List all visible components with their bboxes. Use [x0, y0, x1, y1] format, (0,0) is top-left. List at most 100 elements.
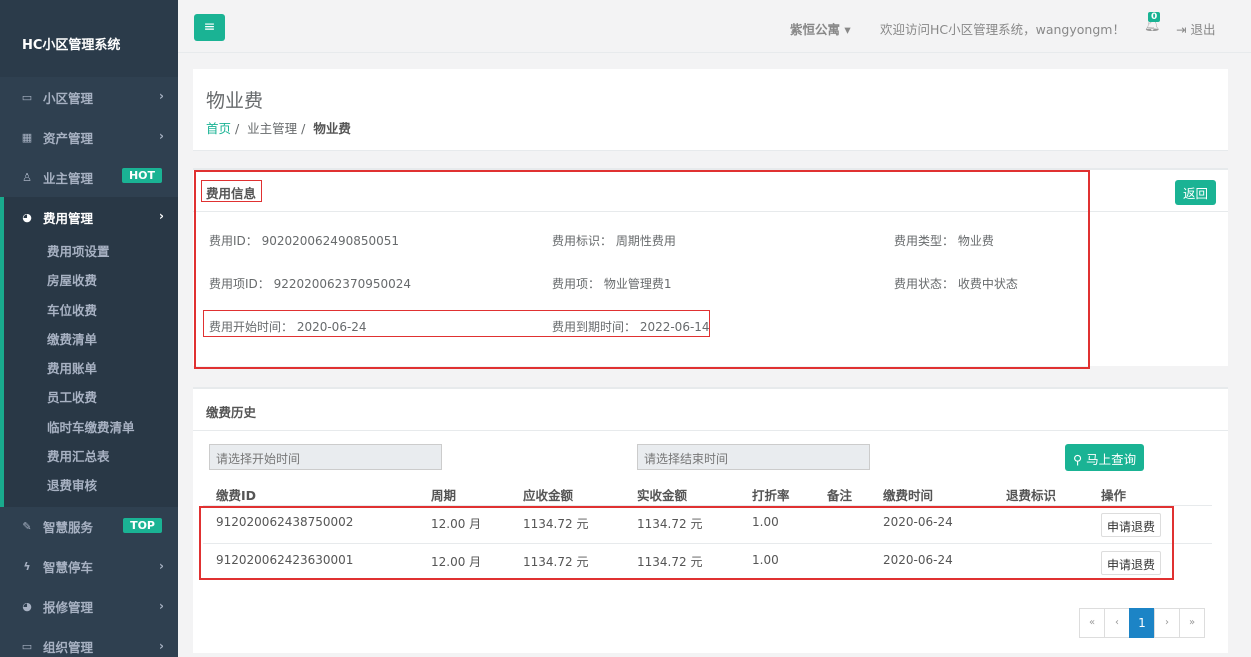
discount: 1.00 [752, 553, 779, 567]
page-current-button[interactable]: 1 [1129, 608, 1155, 638]
sidebar-item-community[interactable]: ▭ 小区管理 › [0, 77, 178, 117]
submenu-item[interactable]: 费用账单 [4, 354, 178, 383]
submenu-item[interactable]: 缴费清单 [4, 325, 178, 354]
fee-flag: 费用标识： 周期性费用 [552, 234, 676, 248]
grid-icon: ▦ [21, 130, 33, 144]
payment-history-panel: 缴费历史 请选择开始时间 请选择结束时间 ⚲ 马上查询 缴费ID 周期 应收金额… [193, 387, 1228, 653]
sidebar-item-label: 小区管理 [43, 90, 94, 106]
cycle: 12.00 月 [431, 555, 482, 569]
page-last-button[interactable]: » [1179, 608, 1205, 638]
sidebar-item-label: 费用管理 [43, 210, 94, 226]
page-prev-button[interactable]: ‹ [1104, 608, 1130, 638]
history-title: 缴费历史 [206, 405, 257, 420]
fee-info-title: 费用信息 [206, 186, 257, 201]
chevron-right-icon: › [159, 89, 164, 103]
received: 1134.72 元 [637, 517, 703, 531]
sidebar-item-org[interactable]: ▭ 组织管理 › [0, 627, 178, 657]
col-header: 缴费ID [216, 488, 257, 503]
submenu-item[interactable]: 员工收费 [4, 383, 178, 412]
breadcrumb: 首页 / 业主管理 / 物业费 [206, 121, 351, 136]
monitor-icon: ▭ [21, 90, 33, 104]
fee-id: 费用ID： 902020062490850051 [209, 234, 400, 248]
received: 1134.72 元 [637, 555, 703, 569]
property-selector[interactable]: 紫恒公寓 ▾ [790, 19, 851, 38]
sidebar-item-label: 智慧停车 [43, 560, 94, 576]
hot-badge: HOT [121, 168, 162, 183]
sidebar-item-smart-service[interactable]: ✎ 智慧服务 TOP [0, 507, 178, 547]
breadcrumb-current: 物业费 [313, 121, 351, 136]
globe-icon: ◕ [22, 600, 32, 614]
sidebar-item-owners[interactable]: ♙ 业主管理 HOT [0, 157, 178, 197]
page-next-button[interactable]: › [1154, 608, 1180, 638]
payment-id: 912020062438750002 [216, 515, 354, 529]
sidebar-item-fees[interactable]: ◕ 费用管理 › [0, 197, 178, 237]
col-header: 备注 [827, 488, 853, 503]
fee-item: 费用项： 物业管理费1 [552, 277, 672, 291]
col-header: 实收金额 [637, 488, 688, 503]
cycle: 12.00 月 [431, 517, 482, 531]
col-header: 退费标识 [1006, 488, 1057, 503]
top-navbar: ≡ 紫恒公寓 ▾ 欢迎访问HC小区管理系统，wangyongm！ 🔔︎ 0 ⇥ … [178, 0, 1251, 53]
sidebar-item-label: 报修管理 [43, 600, 94, 616]
chevron-right-icon: › [159, 209, 164, 223]
payment-id: 912020062423630001 [216, 553, 354, 567]
fee-end-time: 费用到期时间： 2022-06-14 [552, 320, 710, 334]
sidebar-item-label: 资产管理 [43, 130, 94, 146]
top-badge: TOP [123, 517, 162, 533]
fee-status: 费用状态： 收费中状态 [894, 277, 1018, 291]
page-heading: 物业费 首页 / 业主管理 / 物业费 [193, 69, 1228, 151]
menu-toggle-button[interactable]: ≡ [194, 14, 225, 41]
fees-submenu: 费用项设置 房屋收费 车位收费 缴费清单 费用账单 员工收费 临时车缴费清单 费… [0, 237, 178, 507]
welcome-text: 欢迎访问HC小区管理系统，wangyongm！ [880, 22, 1125, 37]
sidebar-item-label: 组织管理 [43, 640, 94, 656]
fee-info-panel: 费用信息 返回 费用ID： 902020062490850051 费用标识： 周… [193, 168, 1228, 366]
col-header: 缴费时间 [883, 488, 934, 503]
submenu-item[interactable]: 退费审核 [4, 471, 178, 500]
submenu-item[interactable]: 房屋收费 [4, 266, 178, 295]
chevron-right-icon: › [159, 129, 164, 143]
refund-button[interactable]: 申请退费 [1101, 513, 1162, 537]
payment-time: 2020-06-24 [883, 515, 953, 529]
logout-button[interactable]: ⇥ 退出 [1176, 19, 1215, 38]
refund-button[interactable]: 申请退费 [1101, 551, 1162, 575]
page-title: 物业费 [206, 90, 264, 112]
edit-icon: ✎ [22, 520, 32, 534]
fee-start-time: 费用开始时间： 2020-06-24 [209, 320, 367, 334]
pie-chart-icon: ◕ [22, 210, 32, 224]
col-header: 应收金额 [523, 488, 574, 503]
bolt-icon: ϟ [23, 560, 31, 574]
breadcrumb-home[interactable]: 首页 [206, 121, 231, 136]
sidebar-item-parking[interactable]: ϟ 智慧停车 › [0, 547, 178, 587]
sidebar: HC小区管理系统 ▭ 小区管理 › ▦ 资产管理 › ♙ 业主管理 HOT ◕ … [0, 0, 178, 657]
notification-count: 0 [1148, 12, 1161, 22]
sidebar-item-assets[interactable]: ▦ 资产管理 › [0, 117, 178, 157]
receivable: 1134.72 元 [523, 517, 589, 531]
fee-item-id: 费用项ID： 922020062370950024 [209, 277, 412, 291]
submenu-item[interactable]: 临时车缴费清单 [4, 413, 178, 442]
sidebar-item-label: 智慧服务 [43, 520, 94, 536]
end-date-input[interactable]: 请选择结束时间 [637, 444, 870, 470]
receivable: 1134.72 元 [523, 555, 589, 569]
chevron-right-icon: › [159, 638, 164, 653]
col-header: 操作 [1101, 488, 1127, 503]
brand-title: HC小区管理系统 [0, 0, 178, 77]
col-header: 周期 [431, 488, 457, 503]
query-button[interactable]: ⚲ 马上查询 [1065, 444, 1145, 471]
fee-type: 费用类型： 物业费 [894, 234, 994, 248]
submenu-item[interactable]: 费用汇总表 [4, 442, 178, 471]
submenu-item[interactable]: 费用项设置 [4, 237, 178, 266]
start-date-input[interactable]: 请选择开始时间 [209, 444, 442, 470]
breadcrumb-owners: 业主管理 [247, 121, 298, 136]
desktop-icon: ▭ [21, 640, 33, 654]
sidebar-item-repair[interactable]: ◕ 报修管理 › [0, 587, 178, 627]
chevron-right-icon: › [159, 558, 164, 573]
col-header: 打折率 [752, 488, 790, 503]
discount: 1.00 [752, 515, 779, 529]
submenu-item[interactable]: 车位收费 [4, 296, 178, 325]
pagination: « ‹ 1 › » [1079, 608, 1205, 638]
sidebar-item-label: 业主管理 [43, 170, 94, 186]
search-icon: ⚲ [1073, 452, 1083, 467]
chevron-right-icon: › [159, 598, 164, 613]
back-button[interactable]: 返回 [1174, 180, 1216, 205]
page-first-button[interactable]: « [1079, 608, 1105, 638]
